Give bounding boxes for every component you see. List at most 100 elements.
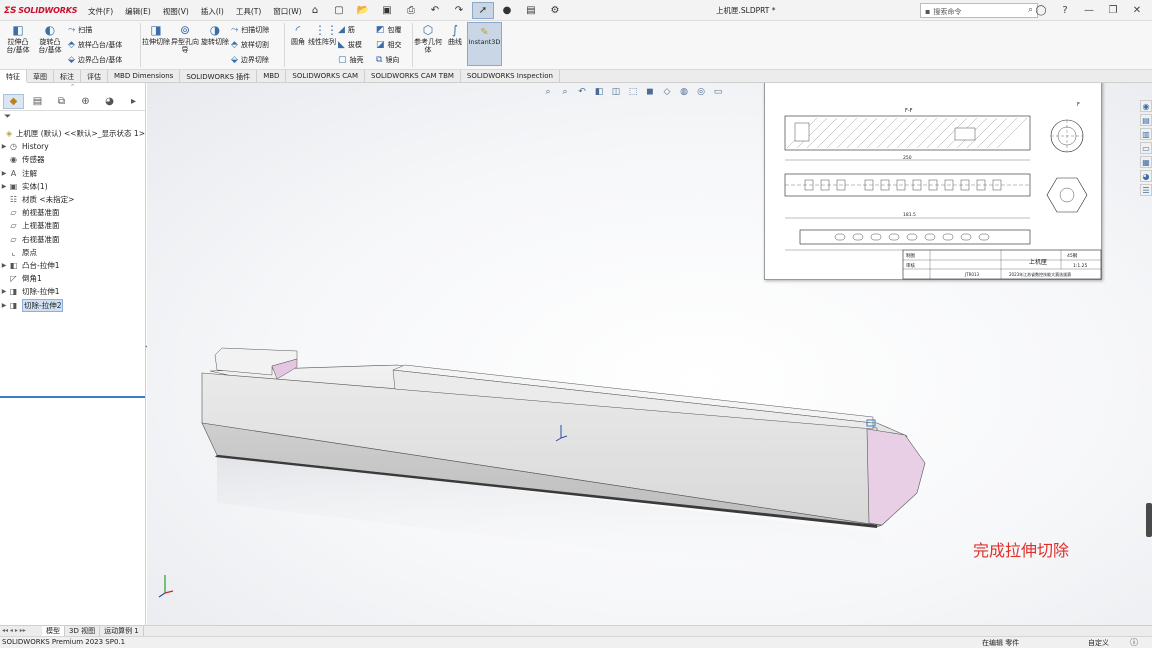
tree-item-solid-bodies[interactable]: ▶ ▣ 实体(1) (0, 180, 145, 193)
menu-window[interactable]: 窗口(W) (267, 4, 307, 19)
draft-button[interactable]: ◣ 拔模 (338, 38, 362, 51)
feature-tree-tab-icon[interactable]: ◆ (3, 94, 24, 109)
tree-item-annotations[interactable]: ▶ A 注解 (0, 167, 145, 180)
menu-insert[interactable]: 插入(I) (195, 4, 230, 19)
tree-item-material[interactable]: ☷ 材质 <未指定> (0, 193, 145, 206)
expand-arrow-icon[interactable]: ▶ (0, 302, 8, 309)
menu-view[interactable]: 视图(V) (157, 4, 195, 19)
home-icon[interactable]: ⌂ (304, 2, 326, 19)
select-icon[interactable]: ➚ (472, 2, 494, 19)
tree-item-history[interactable]: ▶ ◷ History (0, 140, 145, 153)
open-icon[interactable]: 📂 (352, 2, 374, 19)
file-properties-icon[interactable]: ▤ (520, 2, 542, 19)
mirror-button[interactable]: ⧉ 镜向 (376, 53, 399, 66)
swept-cut-button[interactable]: ⤳ 扫描切除 (231, 23, 269, 36)
undo-icon[interactable]: ↶ (424, 2, 446, 19)
panel-grip-icon[interactable]: ⌃ (0, 83, 145, 93)
title-bar: ƩS SOLIDWORKS 文件(F) 编辑(E) 视图(V) 插入(I) 工具(… (0, 0, 1152, 21)
graphics-area[interactable]: ⌕ ⌕ ↶ ◧ ◫ ⬚ ◼ ◇ ◍ ◎ ▭ ◉ ▤ ▥ ▭ ▦ ◕ ☰ 完成拉伸… (147, 83, 1152, 625)
expand-arrow-icon[interactable]: ▶ (0, 170, 8, 177)
filter-icon[interactable]: ⏷ (0, 112, 145, 124)
tab-motion-study[interactable]: 运动算例 1 (100, 626, 144, 636)
tab-mbd-dimensions[interactable]: MBD Dimensions (108, 70, 181, 83)
status-caption: 完成拉伸切除 (973, 541, 1070, 560)
tree-root[interactable]: ◈ 上机匣 (默认) <<默认>_显示状态 1> (0, 127, 145, 140)
intersect-button[interactable]: ◪ 相交 (376, 38, 402, 51)
new-document-icon[interactable]: ▢ (328, 2, 350, 19)
shell-button[interactable]: ▢ 抽壳 (338, 53, 364, 66)
minimize-icon[interactable]: — (1078, 2, 1100, 19)
tab-model[interactable]: 模型 (42, 626, 65, 636)
side-handle[interactable] (1146, 503, 1152, 537)
boundary-boss-button[interactable]: ⬙ 边界凸台/基体 (68, 53, 122, 66)
part-icon: ◈ (6, 129, 13, 139)
reference-geometry-button[interactable]: ⬡ 参考几何体 (414, 23, 442, 54)
tab-cam-tbm[interactable]: SOLIDWORKS CAM TBM (365, 70, 461, 83)
tab-scroll-arrows-icon[interactable]: ◂◂ ◂ ▸ ▸▸ (0, 627, 42, 636)
tooltip-info-icon[interactable]: ⓘ (1130, 637, 1138, 648)
rebuild-icon[interactable]: ● (496, 2, 518, 19)
user-icon[interactable]: ◯ (1030, 2, 1052, 19)
command-tabs: 特征 草图 标注 评估 MBD Dimensions SOLIDWORKS 插件… (0, 69, 1152, 83)
tab-3d-views[interactable]: 3D 视图 (65, 626, 101, 636)
help-icon[interactable]: ? (1054, 2, 1076, 19)
tab-evaluate[interactable]: 评估 (81, 70, 108, 83)
lofted-cut-button[interactable]: ⬘ 放样切割 (231, 38, 269, 51)
extrude-boss-icon: ◧ (12, 23, 24, 37)
tree-item-cut-extrude1[interactable]: ▶ ◨ 切除-拉伸1 (0, 285, 145, 298)
dimxpert-tab-icon[interactable]: ⊕ (75, 94, 96, 109)
extrude-cut-button[interactable]: ◨ 拉伸切除 (142, 23, 170, 46)
tree-item-boss-extrude1[interactable]: ▶ ◧ 凸台-拉伸1 (0, 259, 145, 272)
configuration-manager-tab-icon[interactable]: ⧉ (51, 94, 72, 109)
tab-inspection[interactable]: SOLIDWORKS Inspection (461, 70, 560, 83)
instant3d-button[interactable]: ✎ Instant3D (467, 22, 502, 66)
linear-pattern-button[interactable]: ⋮⋮ 线性阵列 (308, 23, 338, 46)
search-commands-input[interactable]: ▪ 搜索命令 ⌕ (920, 3, 1038, 18)
tab-addins[interactable]: SOLIDWORKS 插件 (180, 70, 258, 83)
property-manager-tab-icon[interactable]: ▤ (27, 94, 48, 109)
redo-icon[interactable]: ↷ (448, 2, 470, 19)
tab-mbd[interactable]: MBD (257, 70, 287, 83)
loft-boss-button[interactable]: ⬘ 放样凸台/基体 (68, 38, 122, 51)
tree-item-origin[interactable]: ⌞ 原点 (0, 246, 145, 259)
menu-tools[interactable]: 工具(T) (230, 4, 267, 19)
menu-edit[interactable]: 编辑(E) (119, 4, 157, 19)
revolve-cut-button[interactable]: ◑ 旋转切除 (201, 23, 229, 46)
options-gear-icon[interactable]: ⚙ (544, 2, 566, 19)
expand-arrow-icon[interactable]: ▶ (0, 288, 8, 295)
tree-item-chamfer1[interactable]: ◸ 倒角1 (0, 272, 145, 285)
expand-arrow-icon[interactable]: ▶ (0, 143, 8, 150)
display-manager-tab-icon[interactable]: ◕ (99, 94, 120, 109)
tab-features[interactable]: 特征 (0, 70, 27, 83)
print-icon[interactable]: ⎙ (400, 2, 422, 19)
tab-sketch[interactable]: 草图 (27, 70, 54, 83)
restore-icon[interactable]: ❐ (1102, 2, 1124, 19)
tab-markup[interactable]: 标注 (54, 70, 81, 83)
rollback-bar[interactable] (0, 396, 145, 398)
part-end-face[interactable] (866, 428, 926, 526)
expand-arrow-icon[interactable]: ▶ (0, 262, 8, 269)
tree-item-front-plane[interactable]: ▱ 前视基准面 (0, 206, 145, 219)
units-selector[interactable]: 自定义 (1088, 638, 1109, 648)
reference-drawing: F-F F 186 80 250 181.5 制图 审核 上机匣 45钢 1:1… (764, 83, 1102, 280)
curves-button[interactable]: ∫ 曲线 (441, 23, 469, 46)
tree-item-top-plane[interactable]: ▱ 上视基准面 (0, 219, 145, 232)
boundary-cut-button[interactable]: ⬙ 边界切除 (231, 53, 269, 66)
expand-arrow-icon[interactable]: ▶ (0, 183, 8, 190)
extrude-boss-button[interactable]: ◧ 拉伸凸台/基体 (4, 23, 32, 54)
tree-item-right-plane[interactable]: ▱ 右视基准面 (0, 233, 145, 246)
hole-wizard-button[interactable]: ⊚ 异型孔向导 (171, 23, 199, 54)
expand-tabs-icon[interactable]: ▸ (123, 94, 144, 109)
menu-file[interactable]: 文件(F) (82, 4, 119, 19)
tree-item-sensors[interactable]: ◉ 传感器 (0, 153, 145, 166)
rib-button[interactable]: ◢ 筋 (338, 23, 355, 36)
sweep-button[interactable]: ⤳ 扫描 (68, 23, 92, 36)
close-icon[interactable]: ✕ (1126, 2, 1148, 19)
wrap-button[interactable]: ◩ 包覆 (376, 23, 402, 36)
save-icon[interactable]: ▣ (376, 2, 398, 19)
revolve-boss-button[interactable]: ◐ 旋转凸台/基体 (36, 23, 64, 54)
tree-item-cut-extrude2[interactable]: ▶ ◨ 切除-拉伸2 (0, 298, 145, 312)
solidworks-logo[interactable]: ƩS SOLIDWORKS (4, 4, 77, 17)
tab-cam[interactable]: SOLIDWORKS CAM (286, 70, 365, 83)
separator (140, 23, 141, 67)
